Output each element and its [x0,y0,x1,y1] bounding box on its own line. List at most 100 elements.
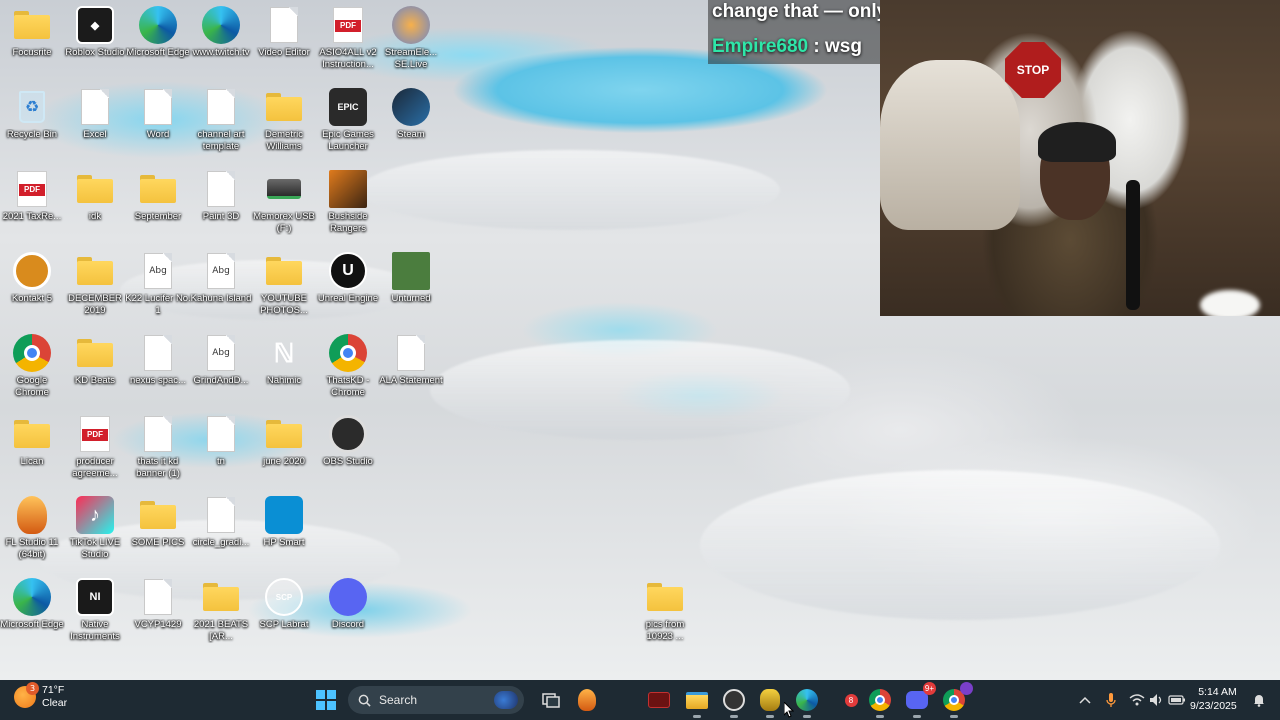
notification-center-button[interactable] [1246,688,1272,712]
desktop-icon[interactable]: Abg K22 Lucifer No. 1 [125,248,191,328]
desktop-icon[interactable]: OBS Studio [316,411,380,491]
desktop-icon[interactable]: Kontakt 5 [0,248,64,328]
desktop-icon[interactable]: Word [126,84,190,164]
desktop-icon[interactable]: ALA Statement [379,330,443,410]
chrome-profile-taskbar-button[interactable] [941,682,973,718]
desktop-icon[interactable]: PDF ASIO4ALL v2 Instruction... [316,2,380,82]
tiger-game-icon [329,170,367,208]
microphone-tray-button[interactable] [1098,688,1124,712]
weather-widget[interactable]: 3 71°F Clear [14,682,67,710]
tiktok-icon: ♪ [76,496,114,534]
desktop-icon-label: ASIO4ALL v2 Instruction... [319,47,377,70]
system-clock[interactable]: 5:14 AM 9/23/2025 [1190,685,1237,713]
desktop-icon[interactable]: HP Smart [252,492,316,572]
font-file-icon: Abg [202,252,240,290]
desktop-icon[interactable]: KD Beats [63,330,127,410]
fl-studio-icon [13,496,51,534]
desktop-icon[interactable]: ℕ Nahimic [252,330,316,410]
desktop-icon[interactable]: Paint 3D [189,166,253,246]
chrome-taskbar-button[interactable] [867,688,893,718]
chat-username: Empire680 [712,36,809,57]
task-view-button[interactable] [538,688,564,712]
desktop-icon[interactable]: june 2020 [252,411,316,491]
desktop-icon[interactable]: Lican [0,411,64,491]
document-icon [139,88,177,126]
desktop-icon[interactable]: FL Studio 11 (64bit) [0,492,64,572]
desktop-icon[interactable]: nexus spac... [126,330,190,410]
desktop-icon[interactable]: ◆ Roblox Studio [63,2,127,82]
desktop-icon[interactable]: Steam [379,84,443,164]
desktop-icon[interactable]: www.twitch.tv [189,2,253,82]
obs-taskbar-button[interactable] [721,688,747,718]
desktop-icon[interactable]: Microsoft Edge [126,2,190,82]
chevron-up-icon [1079,696,1091,704]
desktop-icon-label: K22 Lucifer No. 1 [125,293,191,316]
desktop-icon[interactable]: Microsoft Edge [0,574,64,654]
chrome-profile-badge [960,682,973,695]
desktop-icon[interactable]: Unturned [379,248,443,328]
document-icon [76,88,114,126]
desktop-icon-label: tn [217,456,225,467]
game-taskbar-button[interactable] [646,688,672,712]
taskbar-search[interactable]: Search [348,686,524,714]
font-file-icon: Abg [139,252,177,290]
desktop-icon[interactable]: tn [189,411,253,491]
desktop-icon[interactable]: SCP SCP Labrat [252,574,316,654]
running-indicator [950,715,958,718]
desktop-icon[interactable]: EPIC Epic Games Launcher [316,84,380,164]
wifi-icon [1129,694,1145,706]
desktop-icon-label: Microsoft Edge [0,619,64,630]
desktop-icon-label: Unturned [391,293,431,304]
desktop-icon[interactable]: thats it kd banner (1) [126,411,190,491]
desktop-icon[interactable]: Abg GrindAndD... [189,330,253,410]
mouse-cursor-icon [784,702,794,718]
desktop-icon[interactable]: September [126,166,190,246]
notification-app-button[interactable]: 8 [838,688,864,712]
desktop-icon[interactable]: ThatsKD - Chrome [316,330,380,410]
file-explorer-taskbar-button[interactable] [684,688,710,718]
desktop-icon[interactable]: ♪ TikTok LIVE Studio [63,492,127,572]
discord-taskbar-button[interactable]: 9+ [904,682,936,718]
fl-studio-taskbar-button[interactable] [574,688,600,712]
battery-tray-button[interactable] [1164,688,1190,712]
edge-taskbar-button[interactable] [794,688,820,718]
desktop-icon[interactable]: PDF 2021 TaxRe... [0,166,64,246]
webcam-light [1200,290,1260,316]
desktop-icon-label: VCYP1429 [134,619,182,630]
folder-icon [76,252,114,290]
desktop-icon[interactable]: Demetric Williams [252,84,316,164]
desktop-icon[interactable]: Focusrite [0,2,64,82]
folder-icon [139,496,177,534]
desktop-icon[interactable]: idk [63,166,127,246]
desktop-icon[interactable]: 2021 BEATS [AR... [189,574,253,654]
desktop-icon[interactable]: circle_gradi... [189,492,253,572]
desktop-icon[interactable]: VCYP1429 [126,574,190,654]
desktop-icon[interactable]: DECEMBER 2019 [63,248,127,328]
desktop-icon[interactable]: YOUTUBE PHOTOS... [252,248,316,328]
desktop-icon[interactable]: Memorex USB (F:) [252,166,316,246]
desktop-icon[interactable]: NI Native Instruments [63,574,127,654]
desktop-icon[interactable]: SOME PICS [126,492,190,572]
epic-games-icon: EPIC [329,88,367,126]
desktop-icon-label: KD Beats [74,375,116,386]
desktop-icon[interactable]: StreamEle... SE.Live [379,2,443,82]
desktop-icon[interactable]: channel art template [189,84,253,164]
search-icon [358,694,371,707]
desktop-icon[interactable]: Discord [316,574,380,654]
desktop-icon[interactable]: PDF producer agreeme... [63,411,127,491]
desktop-icon[interactable]: Excel [63,84,127,164]
desktop-icon[interactable]: Bushside Rangers [316,166,380,246]
winamp-taskbar-button[interactable] [757,688,783,718]
desktop-icon[interactable]: pics from 10923 ... [633,574,697,654]
start-button[interactable] [313,688,339,712]
microphone-icon [1106,693,1116,707]
desktop-icon[interactable]: ♻ Recycle Bin [0,84,64,164]
desktop-icon-label: Kahuna Island [190,293,252,304]
chat-message: Empire680 : wsg [712,36,862,58]
desktop-icon[interactable]: U Unreal Engine [316,248,380,328]
desktop-icon[interactable]: Google Chrome [0,330,64,410]
folder-icon [139,170,177,208]
desktop-icon[interactable]: Abg Kahuna Island [189,248,253,328]
show-hidden-icons-button[interactable] [1072,688,1098,712]
desktop-icon[interactable]: Video Editor [252,2,316,82]
